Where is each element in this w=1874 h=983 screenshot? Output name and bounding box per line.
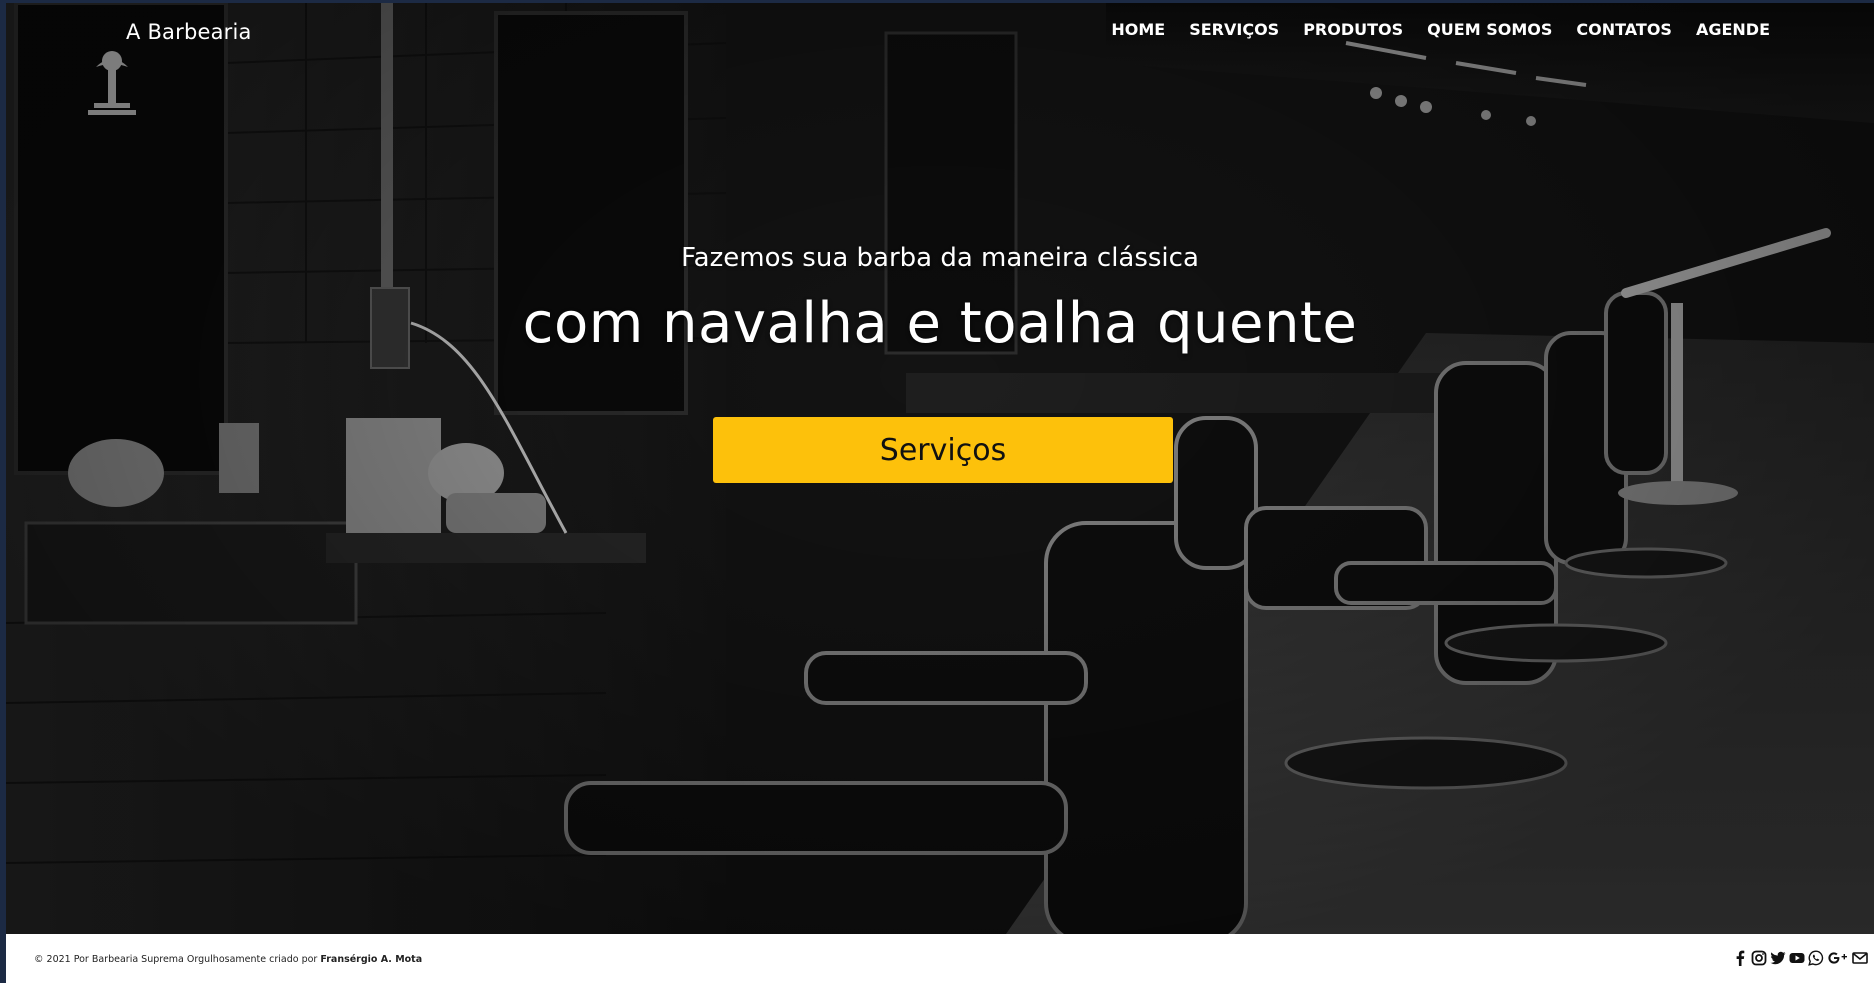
email-icon[interactable]: [1852, 950, 1868, 966]
twitter-icon[interactable]: [1770, 950, 1786, 966]
hero-title: com navalha e toalha quente: [522, 291, 1358, 356]
barbershop-logo-icon: [88, 51, 136, 115]
nav-produtos[interactable]: PRODUTOS: [1291, 18, 1415, 41]
main-nav: HOME SERVIÇOS PRODUTOS QUEM SOMOS CONTAT…: [1099, 18, 1782, 41]
google-plus-icon[interactable]: [1827, 950, 1849, 966]
nav-home[interactable]: HOME: [1099, 18, 1177, 41]
instagram-icon[interactable]: [1751, 950, 1767, 966]
footer-copyright: © 2021 Por Barbearia Suprema Orgulhosame…: [34, 954, 422, 965]
servicos-button[interactable]: Serviços: [713, 417, 1173, 483]
nav-contatos[interactable]: CONTATOS: [1564, 18, 1684, 41]
footer: © 2021 Por Barbearia Suprema Orgulhosame…: [6, 934, 1874, 983]
nav-agende[interactable]: AGENDE: [1684, 18, 1782, 41]
social-links: [1732, 950, 1868, 966]
whatsapp-icon[interactable]: [1808, 950, 1824, 966]
footer-copyright-text: © 2021 Por Barbearia Suprema Orgulhosame…: [34, 954, 321, 965]
nav-servicos[interactable]: SERVIÇOS: [1177, 18, 1291, 41]
nav-quem-somos[interactable]: QUEM SOMOS: [1415, 18, 1564, 41]
hero-section: A Barbearia HOME SERVIÇOS PRODUTOS QUEM …: [6, 3, 1874, 934]
brand-name[interactable]: A Barbearia: [126, 20, 252, 44]
hero-subtitle: Fazemos sua barba da maneira clássica: [681, 243, 1199, 273]
page: A Barbearia HOME SERVIÇOS PRODUTOS QUEM …: [6, 3, 1874, 983]
footer-author[interactable]: Fransérgio A. Mota: [320, 954, 422, 965]
facebook-icon[interactable]: [1732, 950, 1748, 966]
youtube-icon[interactable]: [1789, 950, 1805, 966]
